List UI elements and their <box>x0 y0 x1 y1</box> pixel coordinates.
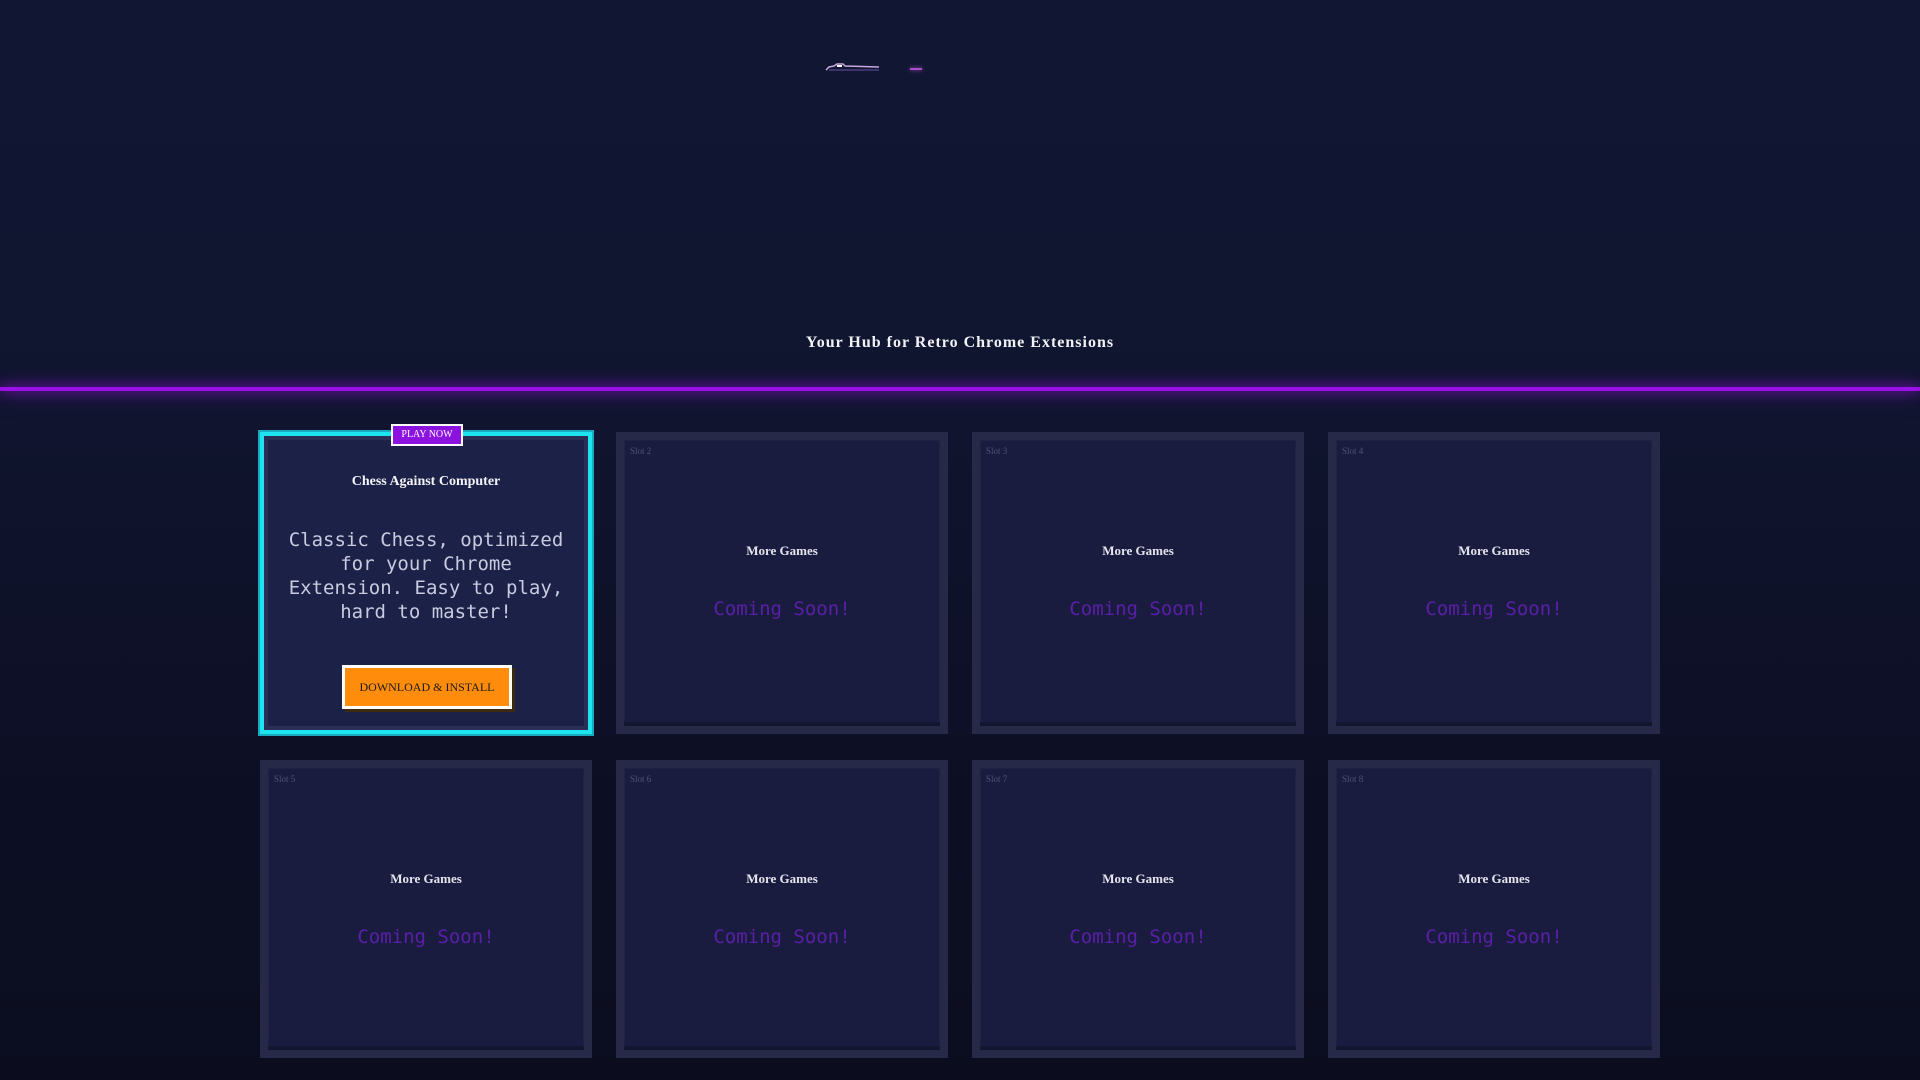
slot-title: More Games <box>746 871 818 886</box>
coming-soon-text: Coming Soon! <box>357 926 495 948</box>
site-logo[interactable] <box>820 60 930 76</box>
slot-label: Slot 8 <box>1342 774 1364 784</box>
header-divider <box>0 387 1920 391</box>
coming-soon-text: Coming Soon! <box>1425 926 1563 948</box>
car-logo-icon <box>825 63 880 71</box>
game-slot-card[interactable]: Slot 4 More Games Coming Soon! <box>1328 432 1660 734</box>
slot-label: Slot 3 <box>986 446 1008 456</box>
slot-inner <box>1336 440 1652 726</box>
slot-label: Slot 7 <box>986 774 1008 784</box>
game-slot-card[interactable]: Slot 8 More Games Coming Soon! <box>1328 760 1660 1058</box>
slot-inner <box>624 440 940 726</box>
game-slot-card[interactable]: Slot 2 More Games Coming Soon! <box>616 432 948 734</box>
slot-inner <box>980 440 1296 726</box>
slot-label: Slot 6 <box>630 774 652 784</box>
slot-label: Slot 4 <box>1342 446 1364 456</box>
game-slot-card[interactable]: Slot 7 More Games Coming Soon! <box>972 760 1304 1058</box>
slot-title: More Games <box>746 543 818 558</box>
featured-game-card[interactable]: PLAY NOW Chess Against Computer Classic … <box>260 424 592 734</box>
slot-title: More Games <box>1458 543 1530 558</box>
slot-inner <box>1336 768 1652 1050</box>
game-slot-card[interactable]: Slot 6 More Games Coming Soon! <box>616 760 948 1058</box>
slot-title: More Games <box>1102 543 1174 558</box>
game-slot-card[interactable]: Slot 5 More Games Coming Soon! <box>260 760 592 1058</box>
coming-soon-text: Coming Soon! <box>1425 598 1563 620</box>
site-tagline: Your Hub for Retro Chrome Extensions <box>805 334 1115 351</box>
coming-soon-text: Coming Soon! <box>713 926 851 948</box>
games-grid: PLAY NOW Chess Against Computer Classic … <box>260 424 1660 1058</box>
slot-title: More Games <box>390 871 462 886</box>
slot-inner <box>268 768 584 1050</box>
slot-inner <box>624 768 940 1050</box>
page: Your Hub for Retro Chrome Extensions PLA… <box>0 0 1920 1080</box>
slot-title: More Games <box>1458 871 1530 886</box>
coming-soon-text: Coming Soon! <box>1069 598 1207 620</box>
coming-soon-text: Coming Soon! <box>713 598 851 620</box>
slot-title: More Games <box>1102 871 1174 886</box>
slot-label: Slot 2 <box>630 446 652 456</box>
game-title: Chess Against Computer <box>351 474 501 489</box>
slot-label: Slot 5 <box>274 774 296 784</box>
play-now-badge[interactable]: PLAY NOW <box>391 424 463 446</box>
coming-soon-text: Coming Soon! <box>1069 926 1207 948</box>
download-install-button[interactable]: DOWNLOAD & INSTALL <box>342 665 512 709</box>
header: Your Hub for Retro Chrome Extensions <box>0 0 1920 388</box>
game-slot-card[interactable]: Slot 3 More Games Coming Soon! <box>972 432 1304 734</box>
logo-accent-line <box>910 68 922 70</box>
game-description: Classic Chess, optimized for your Chrome… <box>288 529 564 623</box>
slot-inner <box>980 768 1296 1050</box>
